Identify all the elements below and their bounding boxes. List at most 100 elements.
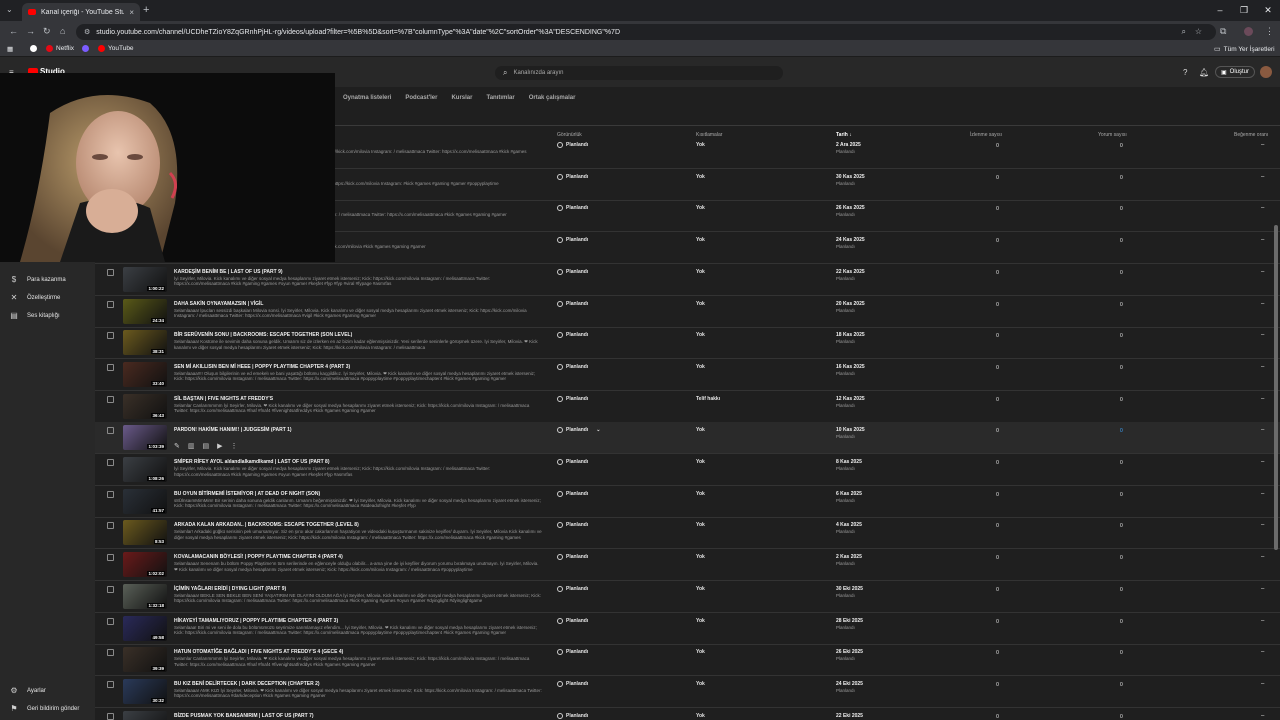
- tab-search-icon[interactable]: ⌄: [6, 5, 13, 14]
- video-title[interactable]: BU OYUN BİTİRMEMİ İSTEMİYOR | AT DEAD OF…: [174, 491, 320, 497]
- visibility-cell[interactable]: Planlandı: [557, 332, 588, 339]
- browser-menu-icon[interactable]: ⋮: [1265, 26, 1274, 37]
- video-thumbnail[interactable]: [123, 710, 167, 720]
- video-thumbnail[interactable]: 1:32:18: [123, 583, 167, 609]
- table-row[interactable]: 8:53 ARKADA KALAN ARKADAN.. | BACKROOMS:…: [95, 517, 1280, 550]
- video-thumbnail[interactable]: 24:34: [123, 298, 167, 324]
- visibility-cell[interactable]: Planlandı ⌄: [557, 427, 600, 434]
- visibility-cell[interactable]: Planlandı: [557, 712, 588, 719]
- bookmark-youtube[interactable]: YouTube: [98, 45, 134, 52]
- row-checkbox[interactable]: [107, 427, 114, 435]
- video-title[interactable]: KOVALAMACANIN BÖYLESİ! | POPPY PLAYTIME …: [174, 554, 343, 560]
- forward-icon[interactable]: →: [26, 26, 35, 36]
- browser-tab[interactable]: Kanal içeriği - YouTube Studio ×: [22, 3, 140, 21]
- close-window-icon[interactable]: ✕: [1256, 0, 1280, 20]
- edit-icon[interactable]: ✎: [174, 442, 180, 450]
- sidebar-item-feedback[interactable]: ⚑ Geri bildirim gönder: [10, 704, 79, 713]
- visibility-cell[interactable]: Planlandı: [557, 173, 588, 180]
- sidebar-item-audio-library[interactable]: ▤ Ses kitaplığı: [10, 311, 59, 320]
- visibility-cell[interactable]: Planlandı: [557, 522, 588, 529]
- video-title[interactable]: SNİPER RİFEY AYOL alılandlalkamdlkamd | …: [174, 459, 330, 465]
- create-button[interactable]: ▣ Oluştur: [1215, 66, 1256, 78]
- tab-promotions[interactable]: Tanıtımlar: [486, 95, 514, 101]
- channel-avatar[interactable]: [1260, 66, 1272, 78]
- analytics-icon[interactable]: ▥: [188, 442, 195, 450]
- new-tab-icon[interactable]: +: [143, 4, 149, 16]
- bookmark-generic[interactable]: [82, 45, 89, 52]
- comments-icon[interactable]: ▤: [203, 442, 210, 450]
- table-row[interactable]: 30:32 BU KIZ BENİ DELİRTECEK | DARK DECE…: [95, 676, 1280, 708]
- video-title[interactable]: SİL BAŞTAN | FIVE NIGHTS AT FREDDY'S: [174, 396, 273, 402]
- visibility-cell[interactable]: Planlandı: [557, 459, 588, 465]
- zoom-icon[interactable]: ⌕: [1182, 27, 1186, 37]
- row-checkbox[interactable]: [107, 585, 114, 593]
- maximize-icon[interactable]: ❐: [1232, 0, 1256, 20]
- row-checkbox[interactable]: [107, 617, 114, 625]
- table-row[interactable]: 24:34 DAHA SAKİN OYNAYAMAZSIN | VİGİL Se…: [95, 296, 1280, 328]
- video-thumbnail[interactable]: 41:57: [123, 488, 167, 514]
- tab-collaborations[interactable]: Ortak çalışmalar: [529, 95, 576, 101]
- youtube-view-icon[interactable]: ▶: [217, 442, 222, 450]
- video-thumbnail[interactable]: 1:00:22: [123, 266, 167, 292]
- tab-podcasts[interactable]: Podcast'ler: [405, 95, 437, 101]
- table-row[interactable]: 39:39 HATUN OTOMATİĞE BAĞLADI | FIVE NIG…: [95, 644, 1280, 677]
- video-title[interactable]: HİKAYEYİ TAMAMLIYORUZ | POPPY PLAYTIME C…: [174, 618, 338, 624]
- video-title[interactable]: BU KIZ BENİ DELİRTECEK | DARK DECEPTION …: [174, 681, 320, 687]
- minimize-icon[interactable]: –: [1208, 0, 1232, 20]
- row-checkbox[interactable]: [107, 554, 114, 562]
- table-row[interactable]: 41:57 BU OYUN BİTİRMEMİ İSTEMİYOR | AT D…: [95, 486, 1280, 518]
- visibility-cell[interactable]: Planlandı: [557, 649, 588, 656]
- home-icon[interactable]: ⌂: [60, 26, 65, 36]
- sidebar-item-settings[interactable]: ⚙ Ayarlar: [10, 686, 46, 695]
- sidebar-item-monetization[interactable]: $ Para kazanma: [10, 275, 66, 284]
- notifications-icon[interactable]: 🔔︎: [1199, 68, 1209, 77]
- video-thumbnail[interactable]: 8:53: [123, 520, 167, 546]
- extensions-icon[interactable]: ⧉: [1220, 26, 1226, 37]
- table-row[interactable]: 1:00:22 KARDEŞİM BENİM BE | LAST OF US (…: [95, 264, 1280, 296]
- comments-cell[interactable]: 0: [1120, 428, 1123, 434]
- table-row[interactable]: 36:43 SİL BAŞTAN | FIVE NIGHTS AT FREDDY…: [95, 391, 1280, 423]
- site-info-icon[interactable]: ⚙: [84, 28, 90, 36]
- video-thumbnail[interactable]: 38:31: [123, 330, 167, 356]
- row-checkbox[interactable]: [107, 522, 114, 530]
- tab-courses[interactable]: Kurslar: [451, 95, 472, 101]
- video-thumbnail[interactable]: 39:39: [123, 647, 167, 673]
- video-thumbnail[interactable]: 1:08:26: [123, 457, 167, 482]
- video-title[interactable]: DAHA SAKİN OYNAYAMAZSIN | VİGİL: [174, 301, 263, 307]
- video-thumbnail[interactable]: 33:40: [123, 361, 167, 387]
- row-checkbox[interactable]: [107, 332, 114, 340]
- visibility-cell[interactable]: Planlandı: [557, 142, 588, 148]
- bookmark-netflix-label[interactable]: Netflix: [46, 45, 74, 52]
- video-title[interactable]: PARDON! HAKİME HANIM!! | JUDGESİM (PART …: [174, 427, 292, 433]
- help-icon[interactable]: ?: [1183, 68, 1187, 77]
- row-checkbox[interactable]: [107, 649, 114, 657]
- visibility-cell[interactable]: Planlandı: [557, 205, 588, 212]
- table-row[interactable]: 33:40 SEN Mİ AKILLISIN BEN Mİ HEEE | POP…: [95, 359, 1280, 391]
- visibility-cell[interactable]: Planlandı: [557, 363, 588, 370]
- table-row[interactable]: 38:31 BİR SERÜVENİN SONU | BACKROOMS: ES…: [95, 327, 1280, 360]
- video-thumbnail[interactable]: 30:32: [123, 678, 167, 704]
- table-row[interactable]: 1:02:02 KOVALAMACANIN BÖYLESİ! | POPPY P…: [95, 549, 1280, 582]
- video-title[interactable]: BİZDE PUSMAK YOK BANSANIRIM | LAST OF US…: [174, 713, 314, 719]
- video-title[interactable]: BİR SERÜVENİN SONU | BACKROOMS: ESCAPE T…: [174, 332, 352, 338]
- profile-avatar[interactable]: [1244, 27, 1253, 36]
- row-checkbox[interactable]: [107, 712, 114, 720]
- table-row[interactable]: BİZDE PUSMAK YOK BANSANIRIM | LAST OF US…: [95, 708, 1280, 720]
- row-checkbox[interactable]: [107, 459, 114, 466]
- video-thumbnail[interactable]: 49:58: [123, 615, 167, 641]
- apps-icon[interactable]: ▦: [7, 45, 13, 53]
- visibility-cell[interactable]: Planlandı: [557, 300, 588, 307]
- video-thumbnail[interactable]: 1:02:02: [123, 552, 167, 578]
- scrollbar[interactable]: [1274, 225, 1278, 550]
- row-checkbox[interactable]: [107, 395, 114, 403]
- video-title[interactable]: SEN Mİ AKILLISIN BEN Mİ HEEE | POPPY PLA…: [174, 364, 350, 370]
- video-thumbnail[interactable]: 36:43: [123, 393, 167, 419]
- video-title[interactable]: ARKADA KALAN ARKADAN.. | BACKROOMS: ESCA…: [174, 522, 359, 528]
- visibility-cell[interactable]: Planlandı: [557, 680, 588, 687]
- bookmark-netflix[interactable]: [30, 45, 37, 52]
- table-row[interactable]: 1:08:26 SNİPER RİFEY AYOL alılandlalkamd…: [95, 454, 1280, 486]
- video-thumbnail[interactable]: 1:03:39: [123, 425, 167, 451]
- video-title[interactable]: KARDEŞİM BENİM BE | LAST OF US (PART 9): [174, 269, 283, 275]
- chevron-down-icon[interactable]: ⌄: [596, 427, 600, 433]
- visibility-cell[interactable]: Planlandı: [557, 490, 588, 497]
